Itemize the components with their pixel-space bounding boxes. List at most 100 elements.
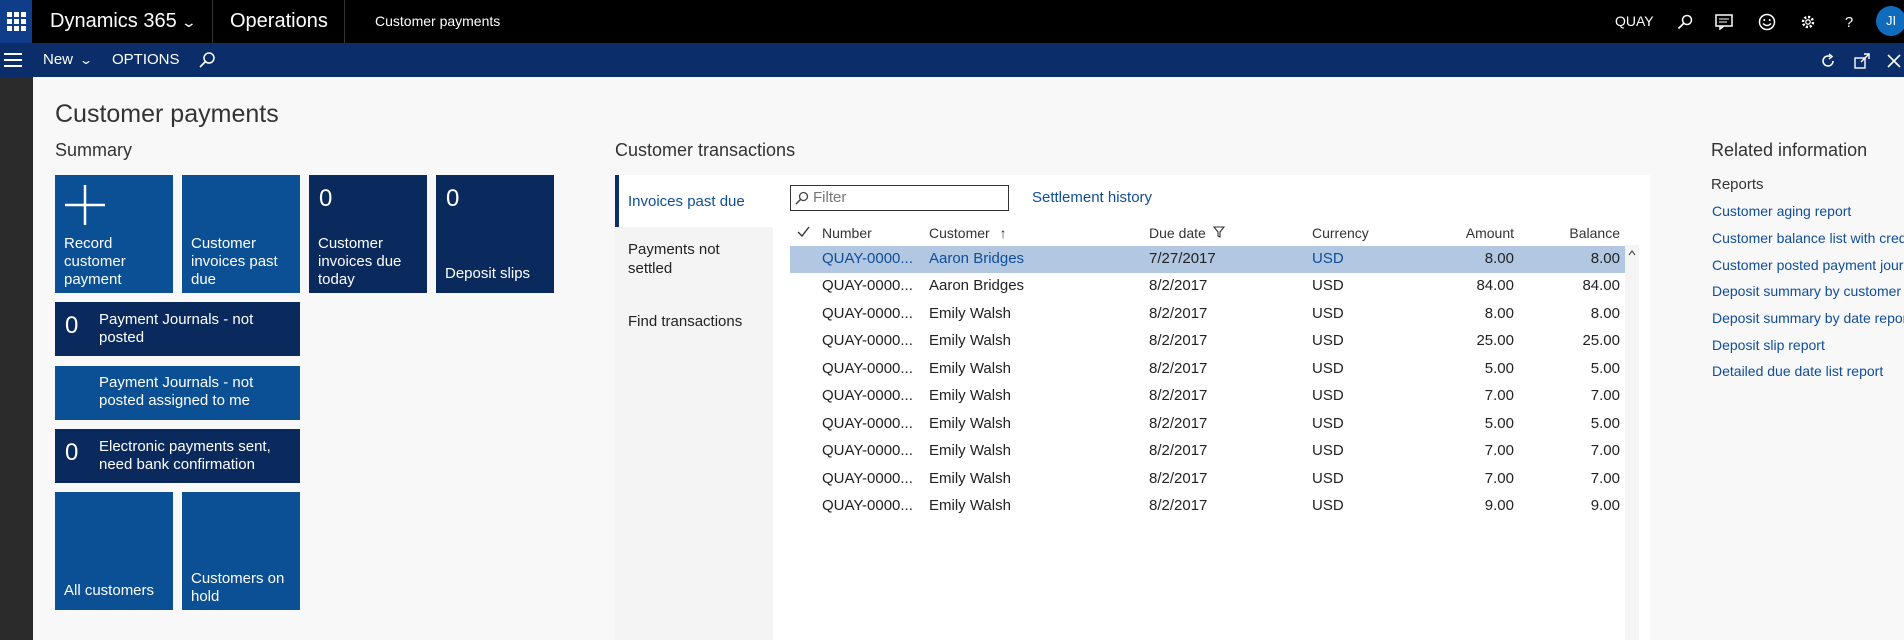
company-picker[interactable]: QUAY [1615, 0, 1654, 43]
cell-number: QUAY-0000... [822, 497, 913, 514]
column-header-due-date[interactable]: Due date [1149, 225, 1225, 241]
select-all-checkmark-icon[interactable] [797, 224, 810, 240]
customers-on-hold-tile[interactable]: Customers on hold [182, 492, 300, 610]
search-icon[interactable] [198, 51, 216, 69]
table-row[interactable]: QUAY-0000... Emily Walsh 8/2/2017 USD 5.00 5.… [790, 411, 1625, 438]
cell-due-date: 8/2/2017 [1149, 415, 1208, 432]
table-row[interactable]: QUAY-0000... Emily Walsh 8/2/2017 USD 7.00 7.… [790, 438, 1625, 465]
sort-ascending-icon: ↑ [999, 225, 1007, 241]
electronic-payments-tile[interactable]: 0 Electronic payments sent, need bank co… [55, 429, 300, 483]
table-row[interactable]: QUAY-0000... Aaron Bridges 7/27/2017 USD 8.0… [790, 246, 1625, 273]
report-link[interactable]: Customer posted payment journ [1712, 257, 1904, 273]
module-name[interactable]: Operations [230, 0, 328, 43]
filter-placeholder: Filter [813, 189, 847, 206]
column-header-amount[interactable]: Amount [1450, 225, 1514, 241]
column-header-currency[interactable]: Currency [1312, 225, 1369, 241]
cell-customer: Emily Walsh [929, 360, 1011, 377]
tile-count: 0 [65, 312, 79, 339]
chevron-down-icon: ⌄ [180, 14, 197, 30]
column-header-number[interactable]: Number [822, 225, 872, 241]
report-link[interactable]: Customer aging report [1712, 203, 1851, 219]
cell-balance: 7.00 [1590, 442, 1620, 459]
tab-invoices-past-due[interactable]: Invoices past due [615, 175, 773, 227]
chevron-down-icon: ⌄ [79, 53, 94, 67]
cell-number: QUAY-0000... [822, 470, 913, 487]
summary-heading: Summary [55, 140, 133, 160]
close-icon[interactable] [1884, 51, 1904, 71]
open-new-window-icon[interactable] [1852, 51, 1872, 71]
tile-label: Payment Journals - not posted assigned t… [99, 374, 254, 409]
payment-journals-not-posted-tile[interactable]: 0 Payment Journals - not posted [55, 302, 300, 356]
page-title: Customer payments [55, 100, 279, 128]
table-row[interactable]: QUAY-0000... Emily Walsh 8/2/2017 USD 5.00 5.… [790, 356, 1625, 383]
divider [212, 0, 213, 43]
cell-currency: USD [1312, 387, 1344, 404]
plus-icon [65, 185, 105, 225]
report-link[interactable]: Deposit summary by customer [1712, 283, 1901, 299]
tab-payments-not-settled[interactable]: Payments not settled [615, 240, 765, 278]
filter-input[interactable]: Filter [790, 185, 1009, 211]
report-link[interactable]: Deposit slip report [1712, 337, 1825, 353]
column-header-customer-label: Customer [929, 225, 990, 241]
all-customers-tile[interactable]: All customers [55, 492, 173, 610]
cell-due-date: 8/2/2017 [1149, 305, 1208, 322]
cell-balance: 84.00 [1582, 277, 1620, 294]
tile-label: Payment Journals - not posted [99, 311, 254, 346]
report-link[interactable]: Customer balance list with credi [1712, 230, 1904, 246]
cell-customer: Emily Walsh [929, 415, 1011, 432]
customer-invoices-due-today-tile[interactable]: 0 Customer invoices due today [309, 175, 427, 293]
avatar[interactable]: JI [1876, 6, 1904, 36]
tab-find-transactions[interactable]: Find transactions [615, 312, 773, 331]
help-icon[interactable]: ? [1838, 11, 1860, 33]
tile-label: Deposit slips [445, 265, 531, 282]
smiley-icon[interactable] [1756, 11, 1778, 33]
search-icon[interactable] [1674, 11, 1696, 33]
hamburger-menu-icon[interactable] [4, 53, 22, 71]
cell-due-date: 8/2/2017 [1149, 497, 1208, 514]
cell-currency: USD [1312, 305, 1344, 322]
tile-label: Customers on hold [191, 570, 285, 605]
cell-customer: Emily Walsh [929, 305, 1011, 322]
cell-customer: Emily Walsh [929, 332, 1011, 349]
column-header-balance[interactable]: Balance [1546, 225, 1620, 241]
new-button[interactable]: New ⌄ [43, 43, 94, 77]
tile-count: 0 [446, 185, 460, 212]
refresh-icon[interactable] [1818, 51, 1838, 71]
tile-count: 0 [319, 185, 333, 212]
table-row[interactable]: QUAY-0000... Emily Walsh 8/2/2017 USD 7.00 7.… [790, 466, 1625, 493]
gear-icon[interactable] [1797, 11, 1819, 33]
cell-customer: Emily Walsh [929, 387, 1011, 404]
tile-label: Electronic payments sent, need bank conf… [99, 438, 271, 473]
report-link[interactable]: Deposit summary by date repor [1712, 310, 1904, 326]
table-row[interactable]: QUAY-0000... Emily Walsh 8/2/2017 USD 9.00 9.… [790, 493, 1625, 520]
table-row[interactable]: QUAY-0000... Emily Walsh 8/2/2017 USD 25.00 2… [790, 328, 1625, 355]
settlement-history-link[interactable]: Settlement history [1032, 189, 1152, 206]
scroll-up-icon[interactable] [1625, 248, 1639, 258]
cell-currency: USD [1312, 415, 1344, 432]
table-row[interactable]: QUAY-0000... Aaron Bridges 8/2/2017 USD 84.0… [790, 273, 1625, 300]
table-row[interactable]: QUAY-0000... Emily Walsh 8/2/2017 USD 8.00 8.… [790, 301, 1625, 328]
cell-customer: Emily Walsh [929, 497, 1011, 514]
cell-amount: 84.00 [1476, 277, 1514, 294]
customer-invoices-past-due-tile[interactable]: Customer invoices past due [182, 175, 300, 293]
cell-number: QUAY-0000... [822, 387, 913, 404]
column-header-due-date-label: Due date [1149, 225, 1206, 241]
payment-journals-assigned-tile[interactable]: Payment Journals - not posted assigned t… [55, 366, 300, 420]
brand-menu[interactable]: Dynamics 365 ⌄ [50, 0, 197, 43]
cell-amount: 8.00 [1484, 305, 1514, 322]
tile-label: Record customer payment [64, 235, 126, 288]
table-row[interactable]: QUAY-0000... Emily Walsh 8/2/2017 USD 7.00 7.… [790, 383, 1625, 410]
cell-number: QUAY-0000... [822, 360, 913, 377]
related-information-heading: Related information [1711, 140, 1868, 160]
tile-count: 0 [65, 439, 79, 466]
message-icon[interactable] [1713, 11, 1735, 33]
record-customer-payment-tile[interactable]: Record customer payment [55, 175, 173, 293]
grid-scrollbar[interactable] [1625, 245, 1639, 640]
deposit-slips-tile[interactable]: 0 Deposit slips [436, 175, 554, 293]
app-launcher-icon[interactable] [0, 0, 32, 43]
report-link[interactable]: Detailed due date list report [1712, 363, 1883, 379]
column-header-customer[interactable]: Customer ↑ [929, 225, 1007, 241]
navigation-rail [0, 77, 33, 640]
options-tab[interactable]: OPTIONS [112, 43, 180, 77]
cell-due-date: 8/2/2017 [1149, 332, 1208, 349]
